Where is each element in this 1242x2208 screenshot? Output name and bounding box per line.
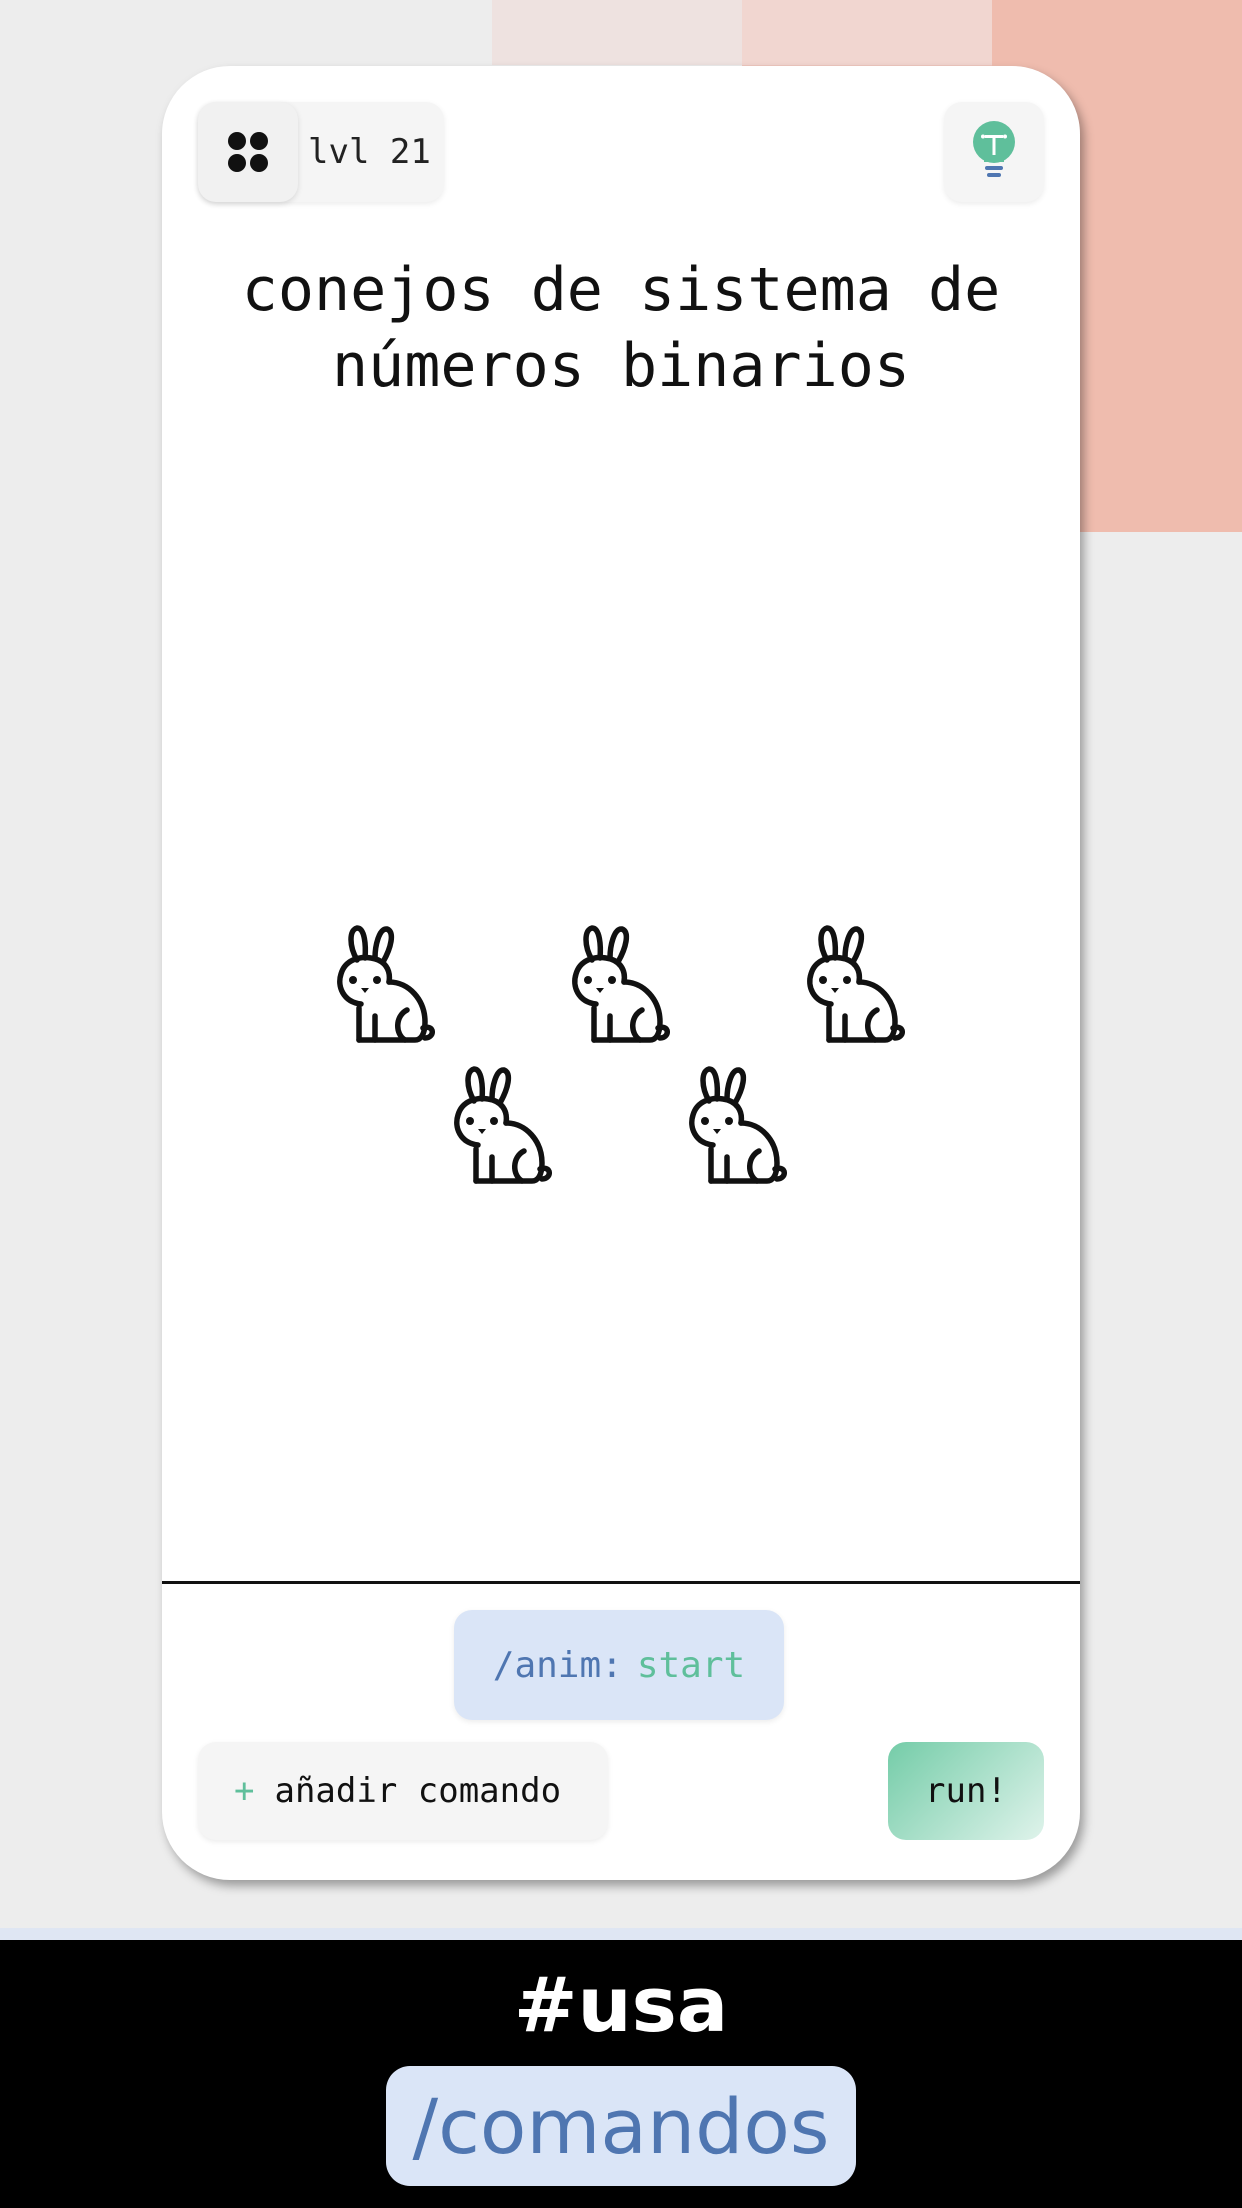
commands-highlight-label: /comandos: [412, 2081, 830, 2171]
run-button[interactable]: run!: [888, 1742, 1044, 1840]
level-indicator: lvl 21: [198, 102, 444, 202]
rabbit-stage: [162, 356, 1080, 1646]
promo-banner: #usa /comandos: [0, 1940, 1242, 2208]
rabbit-icon: [807, 925, 905, 1043]
menu-button[interactable]: [198, 102, 298, 202]
add-command-label: añadir comando: [274, 1771, 562, 1811]
commands-highlight: /comandos: [386, 2066, 856, 2186]
rabbit-icon: [689, 1066, 787, 1184]
background-block: [492, 0, 742, 65]
rabbit-icon: [572, 925, 670, 1043]
game-card: lvl 21 conejos de sistema de números bin…: [162, 66, 1080, 1880]
editor-divider: [162, 1581, 1080, 1584]
command-value: start: [636, 1644, 746, 1686]
command-name: /anim:: [492, 1644, 623, 1686]
hashtag-text: #usa: [513, 1960, 729, 2049]
grid-dots-icon: [228, 132, 268, 172]
lightbulb-icon: [973, 121, 1015, 177]
add-command-button[interactable]: + añadir comando: [198, 1742, 608, 1840]
run-label: run!: [925, 1771, 1007, 1811]
hint-button[interactable]: [944, 102, 1044, 202]
rabbit-icon: [337, 925, 435, 1043]
background-block: [742, 0, 992, 65]
level-label: lvl 21: [308, 132, 431, 172]
background-stripe: [0, 1928, 1242, 1940]
command-chip[interactable]: /anim: start: [454, 1610, 784, 1720]
rabbit-icon: [454, 1066, 552, 1184]
plus-icon: +: [234, 1771, 255, 1811]
